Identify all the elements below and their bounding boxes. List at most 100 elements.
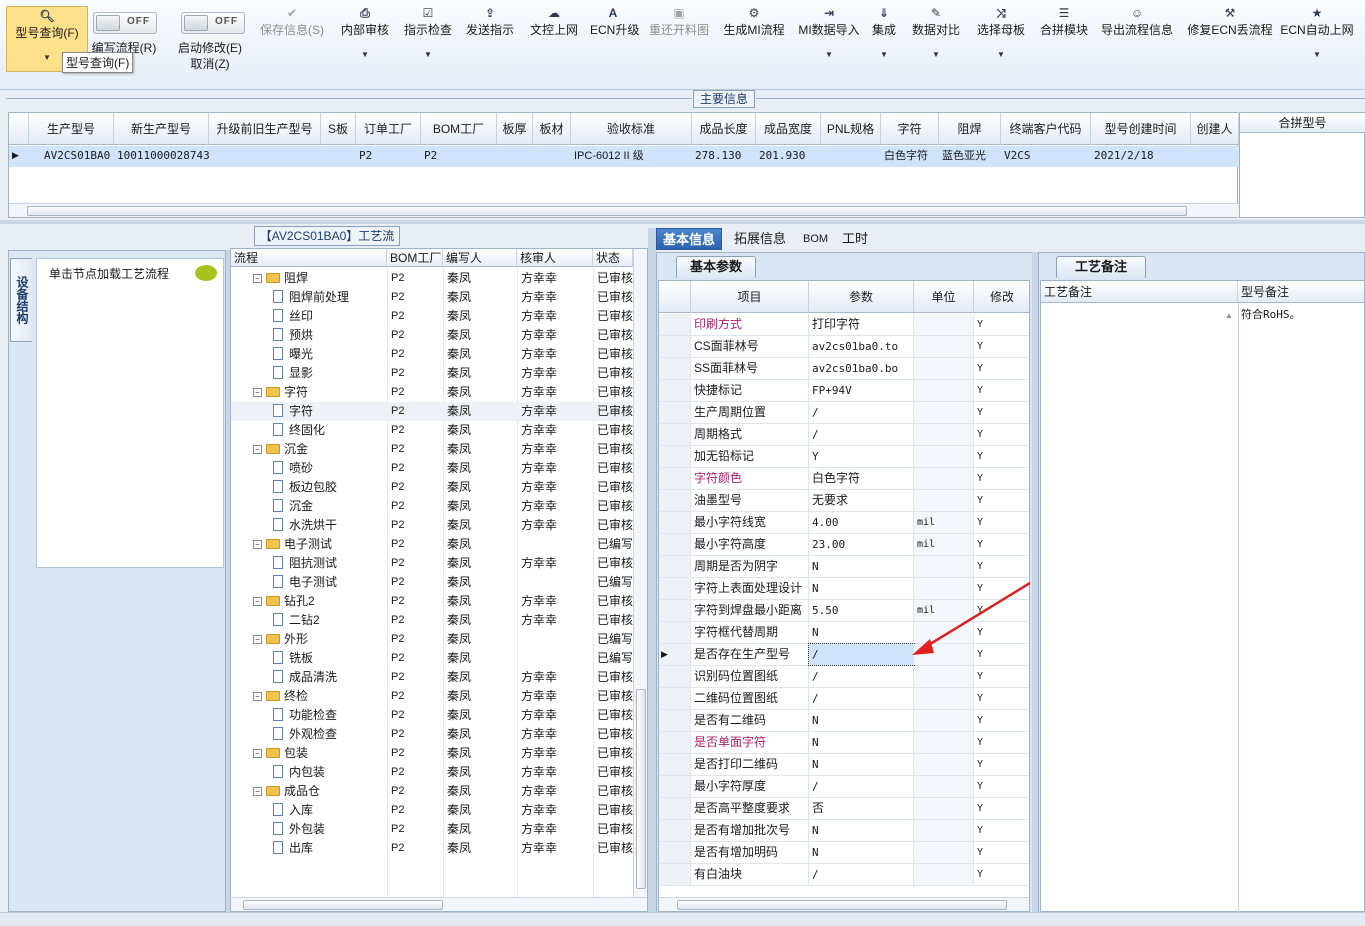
tree-leaf-row[interactable]: 板边包胶 P2 秦凤 方幸幸 已审核 (231, 478, 633, 497)
param-value[interactable]: 5.50 (809, 600, 914, 621)
tree-folder-row[interactable]: − 电子测试 P2 秦凤 已编写 (231, 535, 633, 554)
column-header[interactable]: 阻焊 (939, 113, 1001, 145)
table-cell[interactable]: 10011000028743 (114, 146, 209, 166)
tree-leaf-row[interactable]: 预烘 P2 秦凤 方幸幸 已审核 (231, 326, 633, 345)
param-modify[interactable]: Y (974, 336, 1029, 357)
tree-leaf-row[interactable]: 内包装 P2 秦凤 方幸幸 已审核 (231, 763, 633, 782)
flow-vscrollbar[interactable] (633, 249, 647, 897)
param-modify[interactable]: Y (974, 776, 1029, 797)
collapse-icon[interactable]: − (253, 749, 262, 759)
collapse-icon[interactable]: − (253, 540, 262, 550)
column-header[interactable]: 订单工厂 (356, 113, 421, 145)
tree-leaf-row[interactable]: 阻抗测试 P2 秦凤 方幸幸 已审核 (231, 554, 633, 573)
param-row[interactable]: 加无铅标记 Y Y (659, 446, 1029, 468)
param-modify[interactable]: Y (974, 820, 1029, 841)
param-value[interactable]: N (809, 556, 914, 577)
column-header[interactable]: 创建人 (1191, 113, 1239, 145)
param-value[interactable]: N (809, 754, 914, 775)
param-value[interactable]: 无要求 (809, 490, 914, 511)
model-remark-text[interactable]: 符合RoHS。 (1241, 306, 1301, 322)
param-modify[interactable]: Y (974, 468, 1029, 489)
param-row[interactable]: 识别码位置图纸 / Y (659, 666, 1029, 688)
tree-leaf-row[interactable]: 水洗烘干 P2 秦凤 方幸幸 已审核 (231, 516, 633, 535)
column-header[interactable]: 板厚 (497, 113, 533, 145)
tree-leaf-row[interactable]: 曝光 P2 秦凤 方幸幸 已审核 (231, 345, 633, 364)
tree-leaf-row[interactable]: 外包装 P2 秦凤 方幸幸 已审核 (231, 820, 633, 839)
main-hscrollbar[interactable] (9, 203, 1239, 217)
column-header[interactable]: 字符 (881, 113, 939, 145)
splitter[interactable] (226, 250, 230, 912)
write-flow-toggle[interactable]: OFF (93, 12, 157, 34)
collapse-icon[interactable]: − (253, 388, 262, 398)
column-header[interactable]: 参数 (809, 281, 914, 313)
table-cell[interactable]: 蓝色亚光 (939, 146, 1001, 166)
param-modify[interactable]: Y (974, 710, 1029, 731)
column-header[interactable]: BOM工厂 (421, 113, 497, 145)
column-header[interactable]: BOM工厂 (387, 249, 443, 267)
collapse-icon[interactable]: − (253, 445, 262, 455)
column-header[interactable]: 编写人 (443, 249, 517, 267)
splitter[interactable] (648, 228, 656, 912)
table-cell[interactable] (321, 146, 356, 166)
param-value[interactable]: N (809, 578, 914, 599)
param-value[interactable]: 23.00 (809, 534, 914, 555)
param-row[interactable]: 最小字符高度 23.00 mil Y (659, 534, 1029, 556)
start-modify-toggle[interactable]: OFF (181, 12, 245, 34)
param-modify[interactable]: Y (974, 402, 1029, 423)
table-cell[interactable] (497, 146, 533, 166)
tab-1[interactable]: 拓展信息 (728, 228, 792, 250)
param-modify[interactable]: Y (974, 380, 1029, 401)
param-modify[interactable]: Y (974, 666, 1029, 687)
splitter[interactable] (0, 220, 1365, 224)
tree-leaf-row[interactable]: 终固化 P2 秦凤 方幸幸 已审核 (231, 421, 633, 440)
tree-leaf-row[interactable]: 出库 P2 秦凤 方幸幸 已审核 (231, 839, 633, 858)
collapse-icon[interactable]: − (253, 787, 262, 797)
tree-folder-row[interactable]: − 包装 P2 秦凤 方幸幸 已审核 (231, 744, 633, 763)
table-cell[interactable]: 278.130 (692, 146, 756, 166)
param-value[interactable]: 打印字符 (809, 314, 914, 335)
param-value[interactable]: / (809, 402, 914, 423)
param-value[interactable]: / (809, 864, 914, 885)
tree-leaf-row[interactable]: 二钻2 P2 秦凤 方幸幸 已审核 (231, 611, 633, 630)
param-value[interactable]: N (809, 820, 914, 841)
param-row[interactable]: 是否单面字符 N Y (659, 732, 1029, 754)
main-info-grid[interactable]: 生产型号 新生产型号 升级前旧生产型号 S板 订单工厂 BOM工厂 板厚 板材 验收标准 成品长度… (8, 112, 1239, 218)
param-modify[interactable]: Y (974, 864, 1029, 885)
subtab-process-remarks[interactable]: 工艺备注 (1056, 256, 1146, 278)
param-value[interactable]: Y (809, 446, 914, 467)
column-header[interactable]: 流程 (231, 249, 387, 267)
param-row[interactable]: 有白油块 / Y (659, 864, 1029, 886)
scroll-up-icon[interactable]: ▲ (1225, 311, 1233, 320)
param-value[interactable]: / (809, 688, 914, 709)
column-header[interactable]: PNL规格 (821, 113, 881, 145)
toolbar-button-3[interactable]: ⇪ 发送指示 (463, 4, 517, 74)
param-modify[interactable]: Y (974, 798, 1029, 819)
param-row[interactable]: 是否有二维码 N Y (659, 710, 1029, 732)
param-row[interactable]: 是否打印二维码 N Y (659, 754, 1029, 776)
column-header[interactable]: 成品宽度 (756, 113, 821, 145)
toolbar-button-9[interactable]: ⇓ 集成 ▼ (868, 4, 900, 74)
param-value[interactable]: 4.00 (809, 512, 914, 533)
param-modify[interactable]: Y (974, 512, 1029, 533)
tree-folder-row[interactable]: − 外形 P2 秦凤 已编写 (231, 630, 633, 649)
tab-0[interactable]: 基本信息 (656, 228, 723, 250)
toolbar-button-7[interactable]: ⚙ 生成MI流程 (720, 4, 788, 74)
table-cell[interactable] (209, 146, 321, 166)
table-cell[interactable] (1191, 146, 1239, 166)
collapse-icon[interactable]: − (253, 635, 262, 645)
param-value[interactable]: av2cs01ba0.bo (809, 358, 914, 379)
param-row[interactable]: 是否高平整度要求否 Y (659, 798, 1029, 820)
subtab-basic-params[interactable]: 基本参数 (676, 256, 756, 278)
param-value[interactable]: 白色字符 (809, 468, 914, 489)
tree-folder-row[interactable]: − 钻孔2 P2 秦凤 方幸幸 已审核 (231, 592, 633, 611)
param-value[interactable]: / (809, 666, 914, 687)
table-cell[interactable]: 白色字符 (881, 146, 939, 166)
param-value[interactable]: N (809, 710, 914, 731)
tree-leaf-row[interactable]: 铣板 P2 秦凤 已编写 (231, 649, 633, 668)
column-header[interactable]: 核审人 (517, 249, 593, 267)
tree-folder-row[interactable]: − 终检 P2 秦凤 方幸幸 已审核 (231, 687, 633, 706)
table-cell[interactable] (821, 146, 881, 166)
toolbar-button-2[interactable]: ☑ 指示检查 ▼ (401, 4, 455, 74)
column-header[interactable]: 验收标准 (571, 113, 692, 145)
tree-leaf-row[interactable]: 阻焊前处理 P2 秦凤 方幸幸 已审核 (231, 288, 633, 307)
